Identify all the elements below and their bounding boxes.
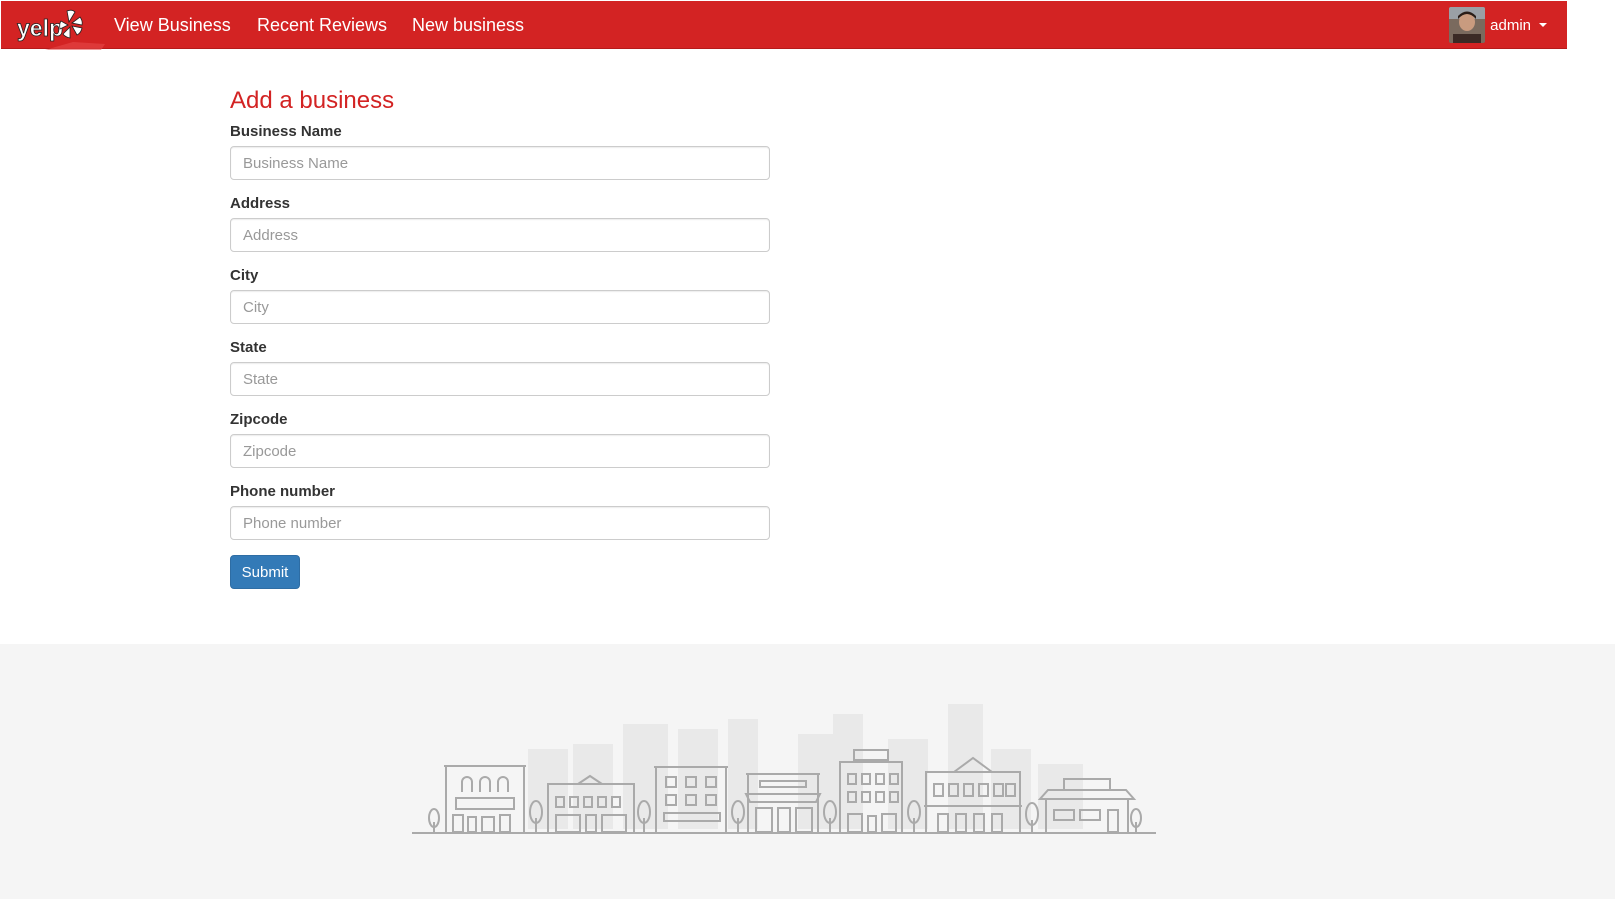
business-name-label: Business Name	[230, 123, 342, 140]
add-business-form: Add a business Business Name Address Cit…	[230, 86, 770, 589]
phone-label: Phone number	[230, 483, 336, 500]
zipcode-input[interactable]	[230, 434, 770, 468]
city-group: City	[230, 267, 770, 324]
page-title: Add a business	[230, 87, 395, 114]
user-menu[interactable]: admin	[1449, 7, 1547, 43]
user-name: admin	[1490, 16, 1531, 34]
yelp-logo[interactable]: yelp	[15, 6, 109, 50]
city-label: City	[230, 267, 259, 284]
state-group: State	[230, 339, 770, 396]
business-name-group: Business Name	[230, 123, 770, 180]
address-input[interactable]	[230, 218, 770, 252]
submit-button[interactable]: Submit	[230, 555, 300, 589]
nav-recent-reviews[interactable]: Recent Reviews	[257, 14, 387, 36]
svg-text:yelp: yelp	[17, 15, 63, 41]
phone-input[interactable]	[230, 506, 770, 540]
page-footer	[0, 644, 1615, 899]
user-avatar	[1449, 7, 1486, 43]
zipcode-group: Zipcode	[230, 411, 770, 468]
city-input[interactable]	[230, 290, 770, 324]
state-input[interactable]	[230, 362, 770, 396]
state-label: State	[230, 339, 267, 356]
nav-view-business[interactable]: View Business	[114, 14, 231, 36]
caret-down-icon	[1539, 23, 1547, 27]
phone-group: Phone number	[230, 483, 770, 540]
address-label: Address	[230, 195, 291, 212]
address-group: Address	[230, 195, 770, 252]
nav-new-business[interactable]: New business	[412, 14, 524, 36]
city-skyline-illustration	[412, 704, 1156, 834]
business-name-input[interactable]	[230, 146, 770, 180]
top-navbar: yelp View Business Recent Reviews New bu…	[1, 1, 1567, 50]
zipcode-label: Zipcode	[230, 411, 288, 428]
